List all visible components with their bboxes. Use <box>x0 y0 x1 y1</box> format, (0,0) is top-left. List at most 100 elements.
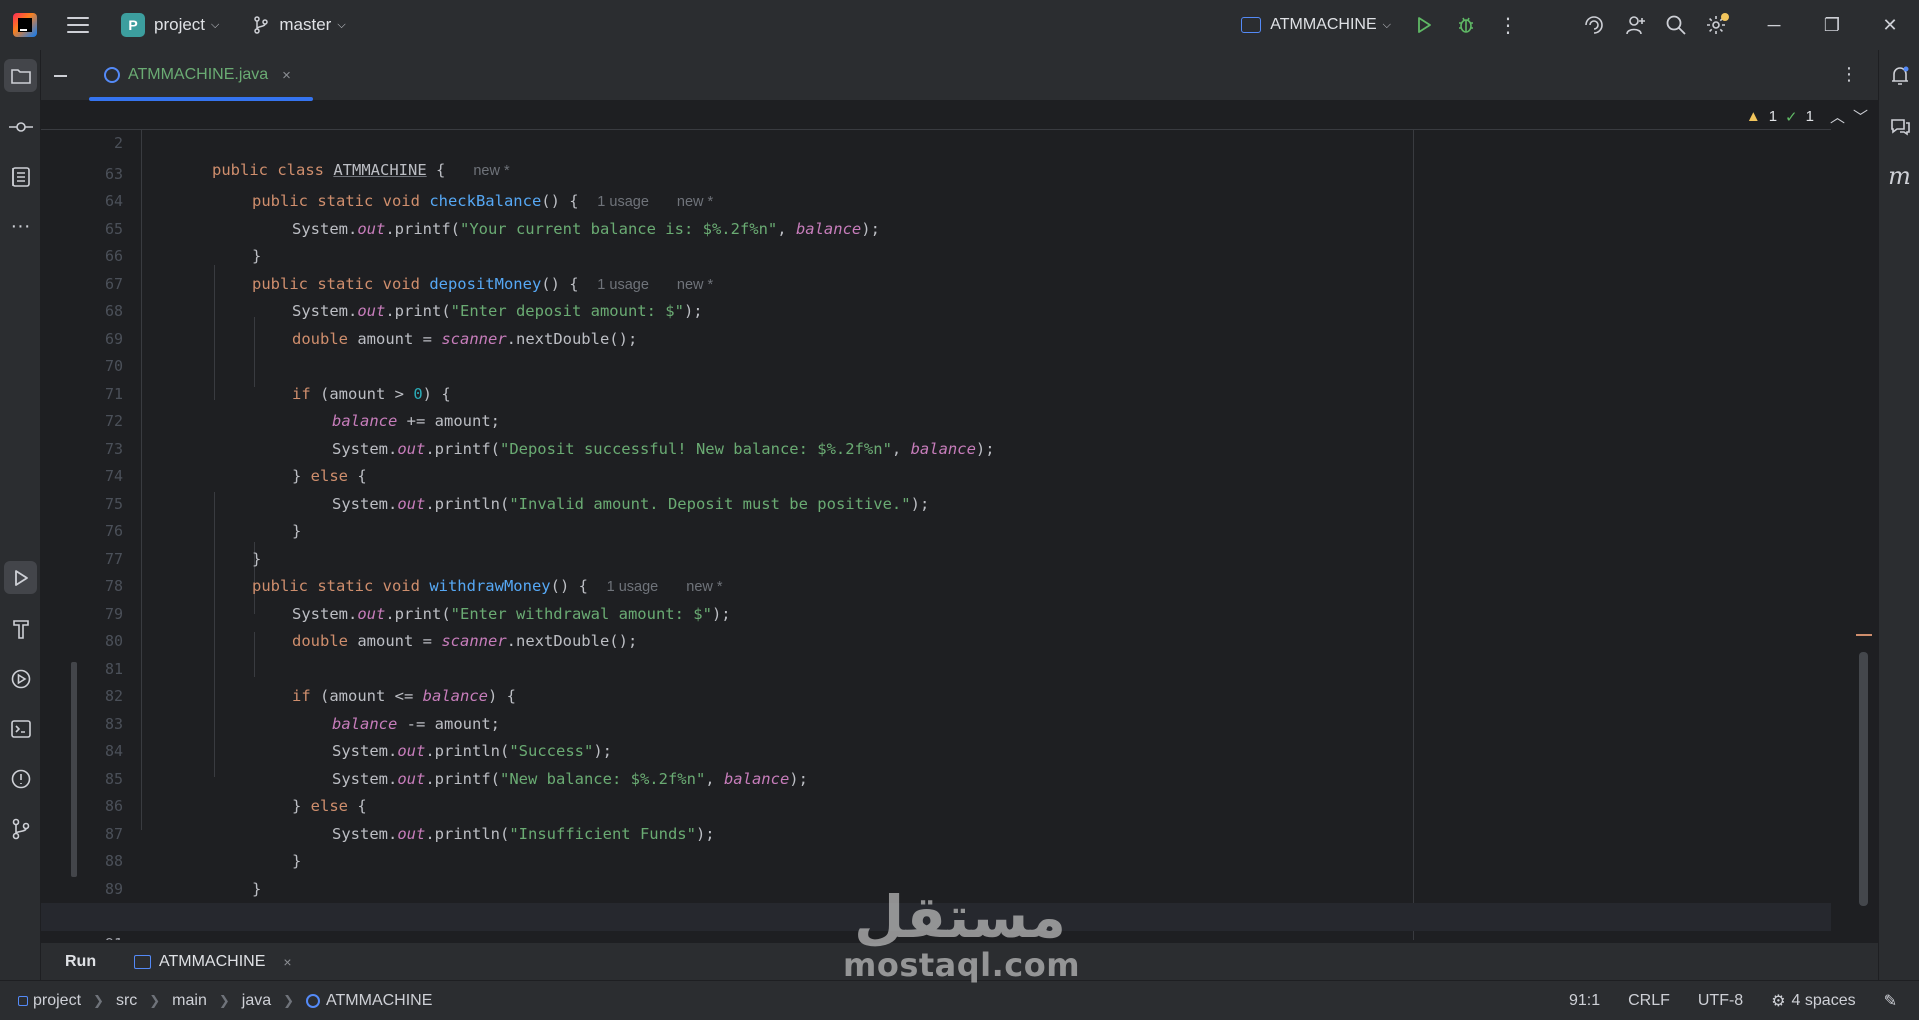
commit-tool-icon[interactable] <box>4 110 37 143</box>
search-icon[interactable] <box>1665 14 1687 36</box>
window-close-icon[interactable]: ✕ <box>1861 0 1919 50</box>
intellij-logo-icon[interactable] <box>13 13 37 37</box>
code-line[interactable]: 74 System.out.println("Invalid amount. D… <box>41 436 1831 513</box>
maven-tool-icon[interactable]: m <box>1883 159 1916 192</box>
project-selector[interactable]: P project ⌵ <box>121 13 219 37</box>
line-separator[interactable]: CRLF <box>1628 992 1670 1010</box>
code-line[interactable]: 70 if (amount > 0) { <box>41 326 1831 403</box>
indent-setting[interactable]: ⚙ 4 spaces <box>1771 991 1855 1011</box>
notifications-bell-icon[interactable] <box>1883 59 1916 92</box>
hide-panel-icon[interactable] <box>54 75 67 77</box>
code-line[interactable]: 78 System.out.print("Enter withdrawal am… <box>41 546 1831 623</box>
scrollbar-warning-marker[interactable] <box>1856 634 1872 636</box>
git-branch-icon <box>254 16 269 34</box>
ai-chat-icon[interactable] <box>1883 109 1916 142</box>
more-tools-icon[interactable]: ··· <box>4 210 37 243</box>
application-icon <box>1241 17 1262 33</box>
code-line[interactable]: 72 System.out.printf("Deposit successful… <box>41 381 1831 458</box>
code-line[interactable]: 85 } else { <box>41 738 1831 816</box>
warning-count: 1 <box>1768 108 1778 125</box>
tab-close-icon[interactable]: × <box>282 67 291 84</box>
warning-triangle-icon: ▲ <box>1745 108 1761 125</box>
code-line[interactable]: 68 double amount = scanner.nextDouble(); <box>41 271 1831 348</box>
tab-options-icon[interactable]: ⋮ <box>1840 64 1858 85</box>
terminal-tool-icon[interactable] <box>4 712 37 745</box>
run-tab-close-icon[interactable]: × <box>283 954 291 970</box>
editor-tab-bar: ATMMACHINE.java × ⋮ <box>41 50 1878 101</box>
run-tool-window-header: Run ATMMACHINE × <box>41 942 1878 980</box>
settings-gear-icon[interactable] <box>1705 13 1729 36</box>
code-line[interactable]: 75 } <box>41 463 1831 541</box>
breadcrumb-item[interactable]: java <box>242 992 271 1010</box>
application-icon <box>134 955 151 969</box>
chevron-down-icon: ⌵ <box>337 18 346 31</box>
run-panel-title[interactable]: Run <box>65 953 96 971</box>
sticky-scroll-line[interactable]: 2 public class ATMMACHINE { new * <box>41 102 1831 179</box>
code-line[interactable]: 80 <box>41 601 1831 650</box>
code-line[interactable]: 82 balance -= amount; <box>41 656 1831 733</box>
right-tool-stripe: m <box>1878 50 1919 980</box>
left-tool-stripe: ··· <box>0 50 41 980</box>
run-tab-atmmachine[interactable]: ATMMACHINE × <box>134 953 292 971</box>
check-count: 1 <box>1805 108 1814 125</box>
code-line[interactable]: 84 System.out.printf("New balance: $%.2f… <box>41 711 1831 788</box>
more-actions-icon[interactable]: ⋮ <box>1497 14 1519 37</box>
code-line[interactable]: 87 } <box>41 793 1831 871</box>
breadcrumb-item[interactable]: src <box>116 992 137 1010</box>
java-class-icon <box>104 67 120 83</box>
window-restore-icon[interactable]: ❐ <box>1803 0 1861 50</box>
indent-settings-icon: ⚙ <box>1771 993 1786 1010</box>
code-line[interactable]: 77 public static void withdrawMoney() { … <box>41 518 1831 596</box>
breadcrumb-item[interactable]: ATMMACHINE <box>326 992 432 1010</box>
main-menu-icon[interactable] <box>67 17 89 33</box>
code-line[interactable]: 90 <box>41 876 1831 925</box>
code-line[interactable]: 89 } <box>41 848 1831 926</box>
code-line[interactable]: 66 public static void depositMoney() { 1… <box>41 216 1831 293</box>
services-tool-icon[interactable] <box>4 662 37 695</box>
project-tool-folder-icon[interactable] <box>4 59 37 92</box>
code-line[interactable]: 67 System.out.print("Enter deposit amoun… <box>41 243 1831 321</box>
build-hammer-icon[interactable] <box>4 612 37 645</box>
code-line[interactable]: 83 System.out.println("Success"); <box>41 683 1831 761</box>
code-line[interactable]: 79 double amount = scanner.nextDouble(); <box>41 573 1831 651</box>
read-only-toggle-icon[interactable]: ✎ <box>1884 991 1897 1011</box>
run-tool-icon[interactable] <box>4 561 37 594</box>
vertical-scrollbar[interactable] <box>1859 652 1868 906</box>
code-line[interactable]: 71 balance += amount; <box>41 353 1831 431</box>
window-minimize-icon[interactable]: ─ <box>1745 0 1803 50</box>
code-with-me-icon[interactable] <box>1625 14 1647 36</box>
code-line[interactable]: 65 } <box>41 188 1831 266</box>
file-encoding[interactable]: UTF-8 <box>1698 992 1743 1010</box>
run-config-name: ATMMACHINE <box>1270 16 1377 33</box>
code-line[interactable]: 76 } <box>41 491 1831 568</box>
caret-position[interactable]: 91:1 <box>1569 992 1600 1010</box>
line-number: 91 <box>83 931 123 941</box>
chevron-down-icon[interactable]: ﹀ <box>1853 106 1868 127</box>
code-line[interactable]: 69 <box>41 298 1831 348</box>
vcs-branch-selector[interactable]: master ⌵ <box>253 15 346 35</box>
code-line[interactable]: 73 } else { <box>41 408 1831 486</box>
run-configuration-selector[interactable]: ATMMACHINE ⌵ <box>1241 16 1391 34</box>
debug-icon[interactable] <box>1455 14 1477 36</box>
java-class-icon <box>306 993 321 1008</box>
breadcrumb-item[interactable]: main <box>172 992 207 1010</box>
current-code-line[interactable]: 91 <box>41 903 1831 940</box>
branch-name: master <box>279 15 332 34</box>
chevron-right-icon: ❯ <box>93 992 104 1008</box>
code-line[interactable]: 86 System.out.println("Insufficient Fund… <box>41 766 1831 843</box>
problems-tool-icon[interactable] <box>4 762 37 795</box>
code-editor[interactable]: 2 public class ATMMACHINE { new * ▲ 1 ✓ … <box>41 102 1878 940</box>
structure-tool-icon[interactable] <box>4 160 37 193</box>
version-control-icon[interactable] <box>4 812 37 845</box>
code-line[interactable]: 81 if (amount <= balance) { <box>41 628 1831 706</box>
chevron-up-icon[interactable]: ︿ <box>1830 106 1845 127</box>
project-name: project <box>154 15 206 34</box>
ai-assistant-icon[interactable] <box>1583 14 1605 36</box>
chevron-right-icon: ❯ <box>283 992 295 1008</box>
title-bar: P project ⌵ master ⌵ ATMMACHINE ⌵ ⋮ ─ ❐ … <box>0 0 1919 50</box>
run-icon[interactable] <box>1413 14 1435 36</box>
breadcrumb-item[interactable]: project <box>33 992 81 1010</box>
tab-atmmachine-java[interactable]: ATMMACHINE.java × <box>89 50 313 101</box>
inspection-widget[interactable]: ▲ 1 ✓ 1 ︿ ﹀ <box>1746 106 1868 127</box>
code-line[interactable]: 88 } <box>41 821 1831 898</box>
